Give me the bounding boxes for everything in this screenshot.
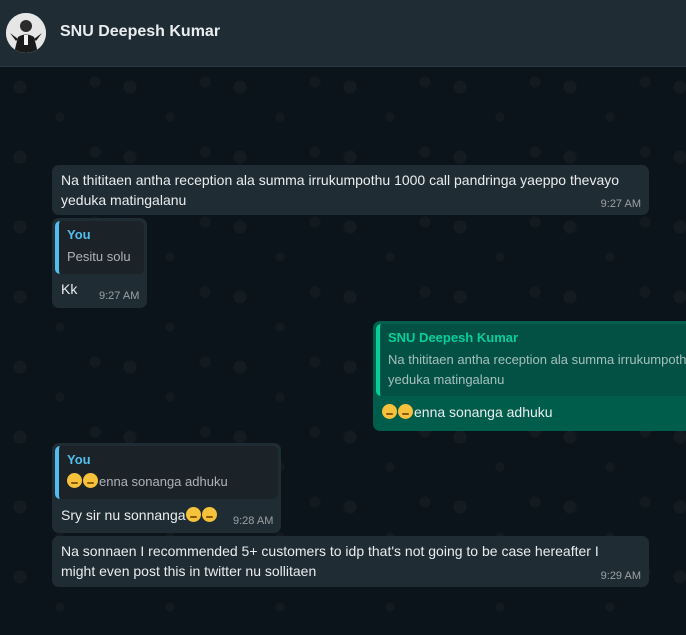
- smirk-emoji-icon: [382, 404, 397, 419]
- message-time: 9:29 AM: [600, 570, 641, 582]
- message-text-content: enna sonanga adhuku: [414, 404, 553, 420]
- message-time: 9:27 AM: [99, 290, 140, 302]
- message-text: Na sonnaen I recommended 5+ customers to…: [61, 543, 599, 559]
- message-text: Kk: [61, 281, 78, 297]
- message-bubble-incoming[interactable]: You enna sonanga adhuku Sry sir nu sonna…: [52, 443, 281, 533]
- contact-name[interactable]: SNU Deepesh Kumar: [60, 23, 220, 41]
- smirk-emoji-icon: [83, 473, 98, 488]
- smirk-emoji-icon: [398, 404, 413, 419]
- message-time: 9:27 AM: [600, 198, 641, 210]
- quoted-author: SNU Deepesh Kumar: [388, 330, 519, 345]
- message-text: Na thititaen antha reception ala summa i…: [61, 172, 620, 188]
- message-bubble-outgoing[interactable]: SNU Deepesh Kumar Na thititaen antha rec…: [373, 321, 686, 431]
- message-list[interactable]: Na thititaen antha reception ala summa i…: [0, 67, 686, 635]
- laughing-emoji-icon: [201, 507, 217, 522]
- message-text: yeduka matingalanu: [61, 192, 187, 208]
- quoted-text: yeduka matingalanu: [388, 372, 505, 387]
- message-time: 9:28 AM: [233, 515, 274, 527]
- quoted-text: Pesitu solu: [67, 249, 131, 264]
- quoted-author: You: [67, 452, 91, 467]
- message-bubble-incoming[interactable]: You Pesitu solu Kk 9:27 AM: [52, 218, 147, 308]
- quoted-text: Na thititaen antha reception ala summa i…: [388, 352, 686, 367]
- message-text: might even post this in twitter nu solli…: [61, 563, 317, 579]
- crying-emoji-icon: [185, 507, 201, 522]
- quoted-message[interactable]: You Pesitu solu: [55, 221, 144, 274]
- message-text-content: Sry sir nu sonnanga: [61, 507, 186, 523]
- smirk-emoji-icon: [67, 473, 82, 488]
- contact-avatar[interactable]: [6, 13, 46, 53]
- quoted-message[interactable]: SNU Deepesh Kumar Na thititaen antha rec…: [376, 324, 686, 396]
- person-avatar-icon: [6, 13, 46, 53]
- message-bubble-incoming[interactable]: Na thititaen antha reception ala summa i…: [52, 165, 649, 215]
- message-bubble-incoming[interactable]: Na sonnaen I recommended 5+ customers to…: [52, 536, 649, 587]
- quoted-text: enna sonanga adhuku: [67, 472, 228, 492]
- quoted-author: You: [67, 227, 91, 242]
- chat-header: SNU Deepesh Kumar: [0, 0, 686, 67]
- message-text: Sry sir nu sonnanga: [61, 505, 218, 525]
- quoted-message[interactable]: You enna sonanga adhuku: [55, 446, 278, 499]
- message-text: enna sonanga adhuku: [382, 402, 553, 422]
- quoted-text-content: enna sonanga adhuku: [99, 474, 228, 489]
